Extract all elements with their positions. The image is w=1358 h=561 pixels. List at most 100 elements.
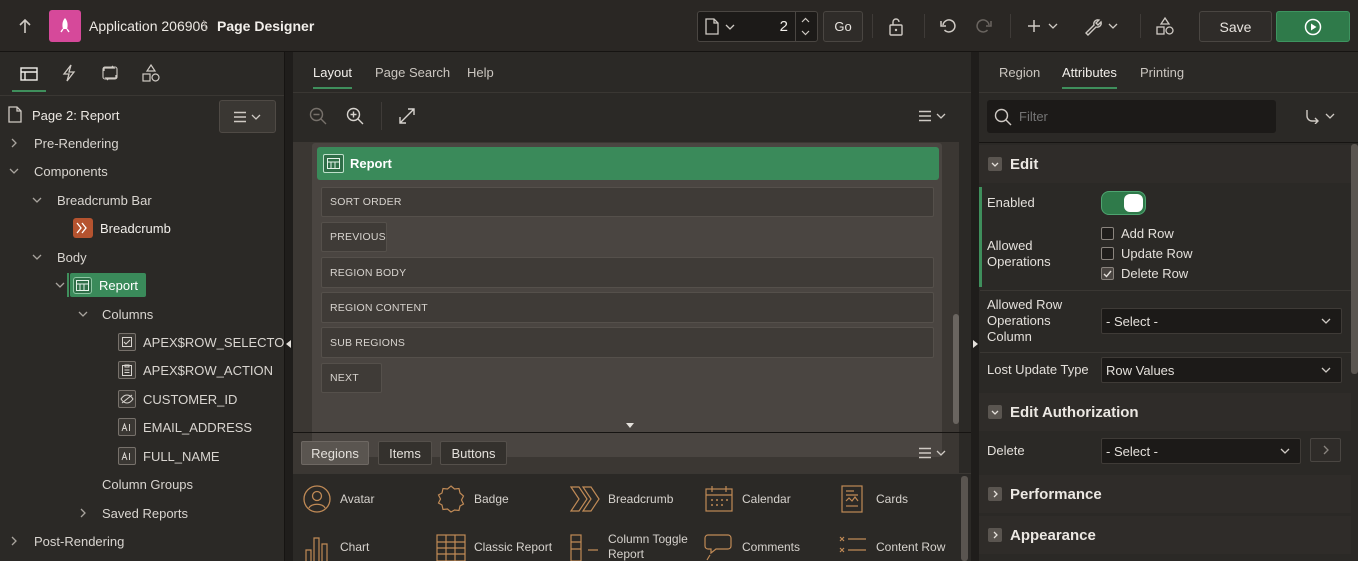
lightning-icon[interactable] — [59, 62, 79, 84]
go-button[interactable]: Go — [823, 11, 863, 42]
zoom-out-icon[interactable] — [309, 107, 327, 125]
right-splitter[interactable] — [971, 52, 979, 561]
gallery-tab-items[interactable]: Items — [378, 441, 432, 465]
tree-item-post-rendering[interactable]: Post-Rendering — [34, 527, 124, 555]
section-performance[interactable]: Performance — [979, 475, 1351, 513]
tree-item-column[interactable]: CUSTOMER_ID — [118, 385, 237, 413]
run-page-button[interactable] — [1276, 11, 1350, 42]
gallery-item-content-row[interactable]: Content Row — [838, 532, 945, 561]
update-row-checkbox[interactable] — [1101, 247, 1114, 260]
chevron-down-icon[interactable] — [78, 311, 88, 318]
slot-sub-regions[interactable]: SUB REGIONS — [321, 327, 934, 358]
tree-item-column[interactable]: APEX$ROW_ACTION — [118, 356, 273, 384]
tree-item-report[interactable]: Report — [73, 271, 138, 299]
tree-item-body[interactable]: Body — [57, 243, 87, 271]
tab-layout[interactable]: Layout — [313, 65, 353, 89]
chevron-down-icon[interactable] — [32, 197, 42, 204]
chevron-down-icon[interactable] — [9, 168, 19, 175]
row-operations-column-select[interactable]: - Select - — [1101, 308, 1342, 334]
page-label[interactable]: Page 2: Report — [32, 108, 119, 123]
add-row-checkbox[interactable] — [1101, 227, 1114, 240]
gallery-item-calendar[interactable]: Calendar — [704, 484, 791, 514]
page-number-selector[interactable]: 2 — [697, 11, 818, 42]
go-to-authorization-button[interactable] — [1310, 438, 1341, 462]
enabled-toggle[interactable] — [1101, 191, 1146, 215]
gallery-item-badge[interactable]: Badge — [436, 484, 509, 514]
collapse-icon[interactable] — [988, 405, 1002, 419]
layout-scrollbar[interactable] — [953, 314, 959, 424]
slot-sort-order[interactable]: SORT ORDER — [321, 187, 934, 217]
redo-icon[interactable] — [972, 15, 996, 37]
properties-scrollbar[interactable] — [1351, 144, 1358, 374]
app-name-link[interactable]: Application 206906 — [89, 18, 208, 34]
lost-update-type-select[interactable]: Row Values — [1101, 357, 1342, 383]
page-shared-components-icon[interactable] — [141, 62, 161, 84]
chevron-right-icon[interactable] — [11, 536, 18, 546]
slot-region-content[interactable]: REGION CONTENT — [321, 292, 934, 323]
stepper-up-icon[interactable] — [801, 17, 810, 23]
collapse-right-icon[interactable] — [972, 340, 978, 348]
expand-icon[interactable] — [988, 528, 1002, 542]
chevron-right-icon[interactable] — [11, 138, 18, 148]
tree-item-breadcrumb[interactable]: Breadcrumb — [73, 214, 171, 242]
tree-item-column-groups[interactable]: Column Groups — [102, 470, 193, 498]
tree-item-column[interactable]: EMAIL_ADDRESS — [118, 413, 252, 441]
wrench-icon[interactable] — [1082, 14, 1122, 38]
stepper-down-icon[interactable] — [801, 30, 810, 36]
gallery-item-classic-report[interactable]: Classic Report — [436, 532, 552, 561]
gallery-scrollbar[interactable] — [961, 476, 968, 561]
gallery-tab-regions[interactable]: Regions — [301, 441, 369, 465]
tree-menu-button[interactable] — [219, 100, 276, 133]
undo-icon[interactable] — [936, 15, 960, 37]
report-region-header[interactable]: Report — [317, 147, 939, 180]
collapse-left-icon[interactable] — [286, 340, 292, 348]
section-edit-authorization[interactable]: Edit Authorization — [979, 393, 1351, 431]
gallery-item-cards[interactable]: Cards — [838, 484, 908, 514]
chevron-down-icon[interactable] — [55, 282, 65, 289]
tree-item-saved-reports[interactable]: Saved Reports — [102, 499, 188, 527]
collapse-icon[interactable] — [988, 157, 1002, 171]
shared-components-icon[interactable] — [1153, 15, 1177, 37]
expand-icon[interactable] — [399, 108, 415, 124]
tree-item-breadcrumb-bar[interactable]: Breadcrumb Bar — [57, 186, 152, 214]
section-edit[interactable]: Edit — [979, 145, 1351, 183]
layout-menu-button[interactable] — [918, 110, 948, 122]
tree-item-columns[interactable]: Columns — [102, 300, 153, 328]
splitter-down-icon[interactable] — [626, 423, 634, 428]
tab-help[interactable]: Help — [467, 65, 494, 80]
gallery-menu-button[interactable] — [918, 447, 948, 459]
tree-item-column[interactable]: APEX$ROW_SELECTOR — [118, 328, 294, 356]
gallery-item-column-toggle-report[interactable]: Column Toggle Report — [570, 532, 700, 561]
chevron-down-icon[interactable] — [32, 254, 42, 261]
zoom-in-icon[interactable] — [346, 107, 364, 125]
filter-field[interactable] — [987, 100, 1276, 133]
unlock-icon[interactable] — [883, 16, 909, 38]
left-splitter[interactable] — [285, 52, 293, 561]
tree-item-components[interactable]: Components — [34, 157, 108, 185]
tab-attributes[interactable]: Attributes — [1062, 65, 1117, 89]
tab-region[interactable]: Region — [999, 65, 1040, 80]
rendering-tab-icon[interactable] — [18, 64, 40, 84]
tree-item-column[interactable]: FULL_NAME — [118, 442, 220, 470]
gallery-tab-buttons[interactable]: Buttons — [440, 441, 507, 465]
arrow-up-icon[interactable] — [14, 16, 36, 36]
processing-icon[interactable] — [100, 62, 120, 84]
slot-previous[interactable]: PREVIOUS — [321, 222, 387, 252]
slot-region-body[interactable]: REGION BODY — [321, 257, 934, 288]
expand-icon[interactable] — [988, 487, 1002, 501]
delete-authorization-select[interactable]: - Select - — [1101, 438, 1301, 464]
page-number-input[interactable]: 2 — [770, 18, 788, 35]
section-appearance[interactable]: Appearance — [979, 516, 1351, 554]
save-button[interactable]: Save — [1199, 11, 1272, 42]
go-to-group-button[interactable] — [1304, 108, 1336, 124]
tree-item-pre-rendering[interactable]: Pre-Rendering — [34, 129, 119, 157]
filter-input[interactable] — [1019, 106, 1259, 127]
tab-page-search[interactable]: Page Search — [375, 65, 450, 80]
chevron-down-icon[interactable] — [725, 24, 735, 30]
gallery-item-comments[interactable]: Comments — [704, 532, 800, 561]
slot-next[interactable]: NEXT — [321, 363, 382, 393]
delete-row-checkbox[interactable] — [1101, 267, 1114, 280]
gallery-item-avatar[interactable]: Avatar — [302, 484, 374, 514]
create-menu-button[interactable] — [1026, 16, 1060, 36]
gallery-item-breadcrumb[interactable]: Breadcrumb — [570, 484, 673, 514]
